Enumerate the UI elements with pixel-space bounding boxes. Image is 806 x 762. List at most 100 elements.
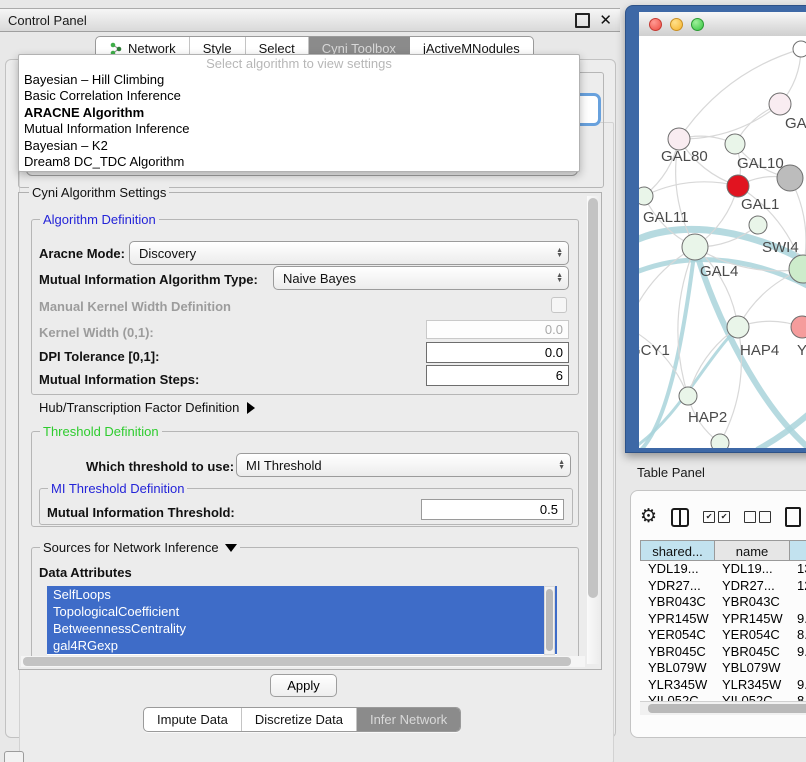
table-row[interactable]: YDL19...YDL19...13 xyxy=(640,561,806,578)
columns-icon[interactable] xyxy=(671,508,689,527)
network-window-titlebar[interactable] xyxy=(639,12,806,37)
hub-definition-expander[interactable]: Hub/Transcription Factor Definition xyxy=(39,400,255,415)
node-label: HAP4 xyxy=(740,342,779,359)
mi-steps-label: Mutual Information Steps: xyxy=(39,372,199,387)
algorithm-dropdown-popup: Select algorithm to view settings Bayesi… xyxy=(18,54,580,172)
network-node-swi4[interactable] xyxy=(749,216,767,234)
table-row[interactable]: YBL079WYBL079W xyxy=(640,660,806,677)
tab-discretize-data[interactable]: Discretize Data xyxy=(242,708,357,731)
settings-horizontal-scrollbar[interactable] xyxy=(21,656,585,667)
apply-button[interactable]: Apply xyxy=(270,674,337,697)
sources-group-title[interactable]: Sources for Network Inference xyxy=(40,540,240,555)
kernel-width-field[interactable] xyxy=(426,320,569,339)
select-all-checkboxes-icon[interactable]: ✔✔ xyxy=(703,511,730,523)
gear-icon[interactable]: ⚙ xyxy=(640,507,657,527)
network-node-gal80[interactable] xyxy=(668,128,690,150)
table-cell: YDR27... xyxy=(640,578,714,595)
network-node-hap2[interactable] xyxy=(679,387,697,405)
network-node-y[interactable] xyxy=(791,316,806,338)
table-cell: YLR345W xyxy=(640,677,714,694)
bottom-corner-widget xyxy=(4,751,24,762)
tab-label: Infer Network xyxy=(370,712,447,727)
table-cell: YBL079W xyxy=(640,660,714,677)
algorithm-option-bayesian-hill-climbing[interactable]: Bayesian – Hill Climbing xyxy=(19,72,579,88)
table-cell: YER054C xyxy=(714,627,789,644)
hub-definition-label: Hub/Transcription Factor Definition xyxy=(39,400,239,415)
algorithm-option-mutual-information-inference[interactable]: Mutual Information Inference xyxy=(19,121,579,137)
table-cell: 9. xyxy=(789,677,806,694)
threshold-definition-title: Threshold Definition xyxy=(40,424,162,439)
algorithm-option-aracne-algorithm[interactable]: ARACNE Algorithm xyxy=(19,105,579,121)
mi-threshold-label: Mutual Information Threshold: xyxy=(47,505,235,520)
stepper-arrows-icon[interactable]: ▲▼ xyxy=(556,248,563,259)
tab-impute-data[interactable]: Impute Data xyxy=(144,708,242,731)
column-header-a[interactable]: A xyxy=(789,540,806,561)
float-window-icon[interactable] xyxy=(575,13,590,28)
network-node-hap4[interactable] xyxy=(727,316,749,338)
stepper-arrows-icon[interactable]: ▲▼ xyxy=(558,460,565,471)
manual-kernel-checkbox[interactable] xyxy=(551,297,567,313)
mi-type-label: Mutual Information Algorithm Type: xyxy=(39,272,258,287)
network-canvas[interactable]: GALGAL80GAL10GAL1GAL11SWI4GAL4GCY1HAP4YH… xyxy=(639,36,806,448)
table-horizontal-scrollbar[interactable] xyxy=(640,701,806,715)
network-node[interactable] xyxy=(711,434,729,448)
minimize-traffic-light-icon[interactable] xyxy=(670,18,683,31)
document-icon[interactable] xyxy=(785,507,801,527)
algorithm-option-basic-correlation-inference[interactable]: Basic Correlation Inference xyxy=(19,88,579,104)
attribute-item-betweennesscentrality[interactable]: BetweennessCentrality xyxy=(47,620,557,637)
mi-type-combobox[interactable]: Naive Bayes ▲▼ xyxy=(273,266,569,290)
mi-threshold-field[interactable] xyxy=(421,499,564,520)
manual-kernel-label: Manual Kernel Width Definition xyxy=(39,299,231,314)
table-cell: YLR345W xyxy=(714,677,789,694)
network-node-gal1[interactable] xyxy=(727,175,749,197)
table-cell xyxy=(789,594,806,611)
algorithm-option-dream8-dc-tdc-algorithm[interactable]: Dream8 DC_TDC Algorithm xyxy=(19,154,579,170)
table-row[interactable]: YER054CYER054C8. xyxy=(640,627,806,644)
dpi-tolerance-field[interactable] xyxy=(426,342,569,363)
close-icon[interactable]: ✕ xyxy=(599,15,612,26)
algorithm-option-bayesian-k2[interactable]: Bayesian – K2 xyxy=(19,138,579,154)
network-node-gal10[interactable] xyxy=(725,134,745,154)
table-row[interactable]: YBR045CYBR045C9. xyxy=(640,644,806,661)
sources-title-text: Sources for Network Inference xyxy=(43,540,219,555)
table-row[interactable]: YPR145WYPR145W9. xyxy=(640,611,806,628)
table-row[interactable]: YBR043CYBR043C xyxy=(640,594,806,611)
node-label: GAL11 xyxy=(643,209,689,226)
network-node[interactable] xyxy=(777,165,803,191)
table-cell: YER054C xyxy=(640,627,714,644)
table-hscroll-thumb[interactable] xyxy=(648,704,806,713)
node-label: GAL4 xyxy=(700,263,738,280)
collapse-down-icon xyxy=(225,544,237,552)
stepper-arrows-icon[interactable]: ▲▼ xyxy=(556,273,563,284)
table-row[interactable]: YLR345WYLR345W9. xyxy=(640,677,806,694)
tab-infer-network[interactable]: Infer Network xyxy=(357,708,460,731)
network-node[interactable] xyxy=(793,41,806,57)
zoom-traffic-light-icon[interactable] xyxy=(691,18,704,31)
node-label: GAL1 xyxy=(741,196,779,213)
mi-steps-field[interactable] xyxy=(426,365,569,386)
column-header-name[interactable]: name xyxy=(714,540,789,561)
network-view-window[interactable]: GALGAL80GAL10GAL1GAL11SWI4GAL4GCY1HAP4YH… xyxy=(625,5,806,453)
settings-vscroll-thumb[interactable] xyxy=(588,198,598,598)
attribute-item-selfloops[interactable]: SelfLoops xyxy=(47,586,557,603)
network-edge xyxy=(644,182,738,196)
dpi-tolerance-label: DPI Tolerance [0,1]: xyxy=(39,349,159,364)
table-cell: YPR145W xyxy=(640,611,714,628)
network-node-gal11[interactable] xyxy=(639,187,653,205)
mi-type-value: Naive Bayes xyxy=(283,271,356,286)
attribute-item-gal4rgexp[interactable]: gal4RGexp xyxy=(47,637,557,654)
settings-vertical-scrollbar[interactable] xyxy=(587,196,599,664)
table-cell: 9. xyxy=(789,644,806,661)
close-traffic-light-icon[interactable] xyxy=(649,18,662,31)
attr-list-scrollbar[interactable] xyxy=(544,586,555,655)
which-threshold-combobox[interactable]: MI Threshold ▲▼ xyxy=(236,453,571,477)
network-node-gal[interactable] xyxy=(769,93,791,115)
deselect-all-checkboxes-icon[interactable] xyxy=(744,511,771,523)
settings-hscroll-thumb[interactable] xyxy=(23,657,571,666)
attribute-item-topologicalcoefficient[interactable]: TopologicalCoefficient xyxy=(47,603,557,620)
table-row[interactable]: YDR27...YDR27...12 xyxy=(640,578,806,595)
aracne-mode-combobox[interactable]: Discovery ▲▼ xyxy=(129,241,569,265)
network-edge xyxy=(679,104,780,139)
network-node-gal4[interactable] xyxy=(682,234,708,260)
column-header-shared[interactable]: shared... xyxy=(640,540,714,561)
